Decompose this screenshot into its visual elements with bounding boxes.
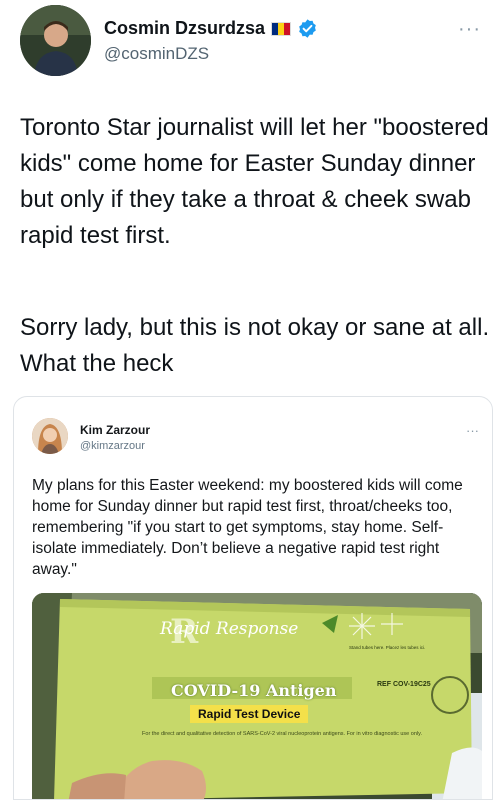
- box-brand-label: Rapid Response: [160, 619, 299, 639]
- author-handle[interactable]: @cosminDZS: [104, 44, 209, 64]
- tweet-text-paragraph-2: Sorry lady, but this is not okay or sane…: [20, 314, 490, 377]
- box-tubes-note: Stand tubes here. Placez les tubes ici.: [349, 645, 426, 650]
- author-display-name[interactable]: Cosmin Dzsurdzsa: [104, 18, 265, 39]
- author-display-name-row[interactable]: Cosmin Dzsurdzsa: [104, 18, 318, 39]
- quoted-tweet-text: My plans for this Easter weekend: my boo…: [32, 477, 463, 578]
- quoted-author-handle[interactable]: @kimzarzour: [80, 440, 145, 452]
- box-ref-code: REF COV-19C25: [377, 681, 431, 688]
- box-small-print: For the direct and qualitative detection…: [142, 731, 422, 737]
- quoted-author-avatar[interactable]: [32, 418, 68, 454]
- verified-badge-icon: [299, 19, 316, 38]
- more-options-icon[interactable]: ···: [458, 18, 481, 41]
- box-subtitle: Rapid Test Device: [190, 705, 309, 723]
- box-title: COVID-19 Antigen: [171, 681, 337, 700]
- author-avatar[interactable]: [20, 5, 91, 76]
- romania-flag-icon: [271, 21, 292, 36]
- quoted-more-options-icon[interactable]: ···: [466, 423, 479, 438]
- quoted-author-display-name[interactable]: Kim Zarzour: [80, 423, 150, 437]
- quoted-tweet-card[interactable]: Kim Zarzour @kimzarzour ··· My plans for…: [13, 396, 493, 800]
- rapid-test-box-photo[interactable]: R Rapid Response Stand tubes here. Place…: [32, 593, 482, 799]
- tweet-text-paragraph-1: Toronto Star journalist will let her "bo…: [20, 114, 489, 249]
